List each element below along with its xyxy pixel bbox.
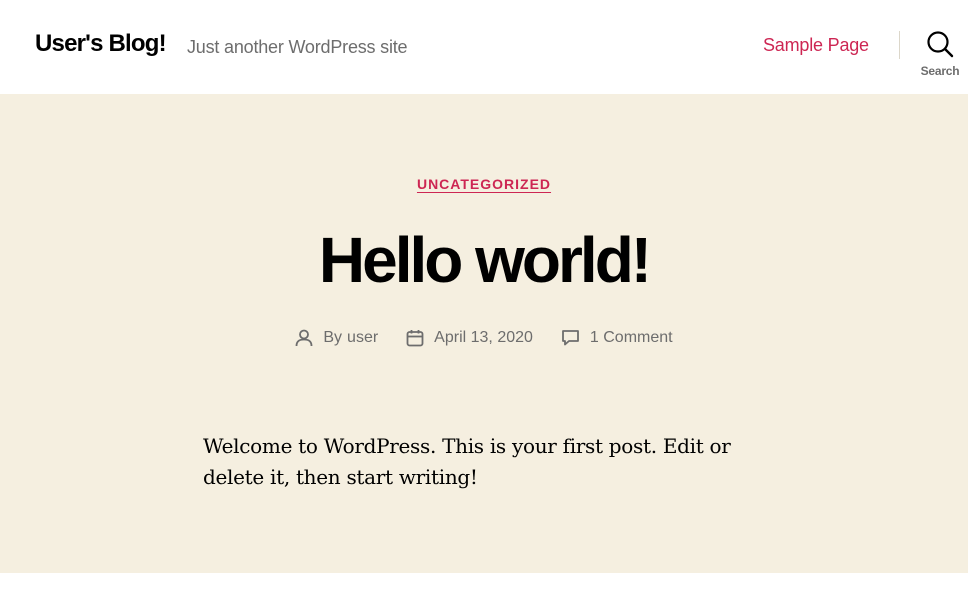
site-description: Just another WordPress site (187, 37, 408, 57)
page-bottom-strip (0, 573, 968, 591)
search-toggle-button[interactable]: Search (912, 30, 968, 82)
site-title-link[interactable]: User's Blog! (35, 30, 167, 58)
search-label: Search (920, 64, 960, 78)
post-meta: By user April 13, 2020 1 Comment (0, 329, 968, 347)
nav-divider (899, 31, 900, 59)
nav-link-sample-page[interactable]: Sample Page (763, 35, 869, 56)
post-title: Hello world! (318, 224, 652, 296)
post-excerpt: Welcome to WordPress. This is your first… (203, 434, 731, 489)
site-header: User's Blog! Just another WordPress site… (0, 0, 968, 94)
by-label: By (323, 329, 343, 346)
search-icon (927, 31, 954, 58)
post-category: UNCATEGORIZED (0, 176, 968, 194)
author-link[interactable]: user (347, 329, 378, 347)
date-link[interactable]: April 13, 2020 (434, 329, 533, 347)
post-comments: 1 Comment (561, 329, 673, 347)
calendar-icon (406, 330, 424, 347)
person-icon (295, 329, 313, 347)
comment-icon (562, 330, 579, 346)
post-hero: UNCATEGORIZED Hello world! By user April… (0, 94, 968, 573)
post-date: April 13, 2020 (406, 329, 533, 347)
post-author: By user (295, 329, 378, 347)
comments-link[interactable]: 1 Comment (590, 329, 673, 347)
category-link-uncategorized[interactable]: UNCATEGORIZED (417, 176, 551, 192)
